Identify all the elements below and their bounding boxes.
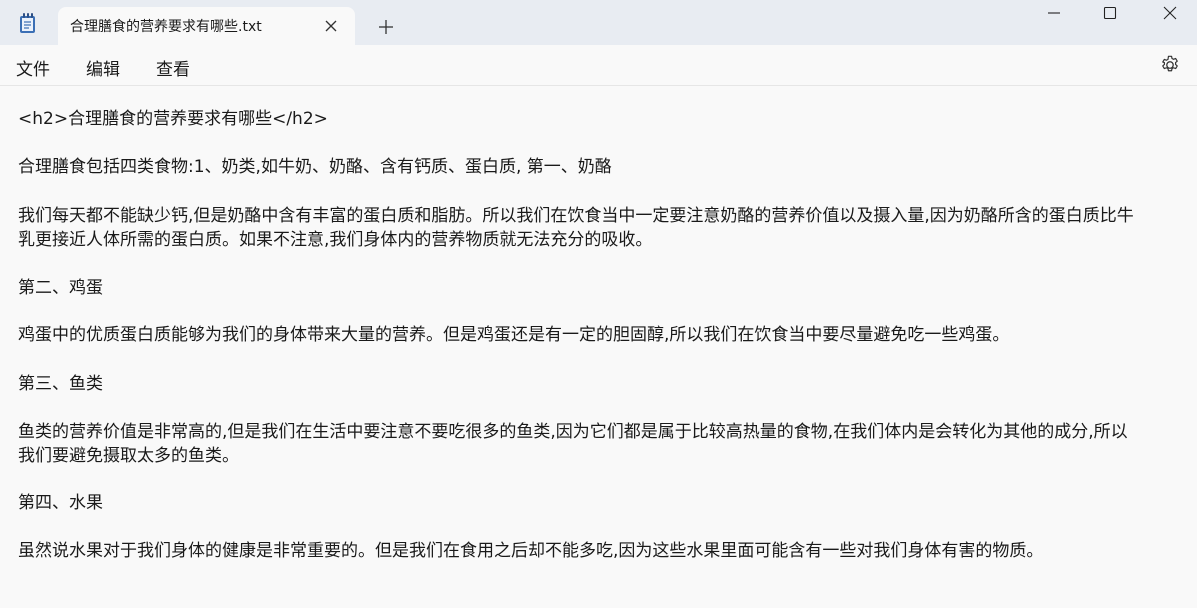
gear-icon[interactable] xyxy=(1159,54,1181,76)
text-editor[interactable]: <h2>合理膳食的营养要求有哪些</h2> 合理膳食包括四类食物:1、奶类,如牛… xyxy=(0,86,1197,608)
minimize-button[interactable] xyxy=(1024,0,1084,30)
text-line: 第四、水果 xyxy=(18,493,103,513)
text-line: <h2>合理膳食的营养要求有哪些</h2> xyxy=(18,109,328,129)
maximize-icon xyxy=(1103,6,1117,20)
text-line: 我们要避免摄取太多的鱼类。 xyxy=(18,446,239,466)
notepad-window: 合理膳食的营养要求有哪些.txt 文件 编辑 查看 <h2>合理膳食的营养要求有… xyxy=(0,0,1197,608)
menu-view[interactable]: 查看 xyxy=(156,55,190,80)
menu-file[interactable]: 文件 xyxy=(16,55,50,80)
maximize-button[interactable] xyxy=(1080,0,1140,30)
text-line: 乳更接近人体所需的蛋白质。如果不注意,我们身体内的营养物质就无法充分的吸收。 xyxy=(18,230,653,250)
close-icon xyxy=(1163,6,1177,20)
close-window-button[interactable] xyxy=(1140,0,1197,30)
menu-edit[interactable]: 编辑 xyxy=(86,55,120,80)
close-icon[interactable] xyxy=(321,16,341,36)
text-line: 第二、鸡蛋 xyxy=(18,278,103,298)
minimize-icon xyxy=(1048,12,1060,14)
tab-title: 合理膳食的营养要求有哪些.txt xyxy=(70,19,262,35)
text-line: 鸡蛋中的优质蛋白质能够为我们的身体带来大量的营养。但是鸡蛋还是有一定的胆固醇,所… xyxy=(18,325,1010,345)
text-line: 虽然说水果对于我们身体的健康是非常重要的。但是我们在食用之后却不能多吃,因为这些… xyxy=(18,541,1044,561)
text-line: 第三、鱼类 xyxy=(18,374,103,394)
text-line: 合理膳食包括四类食物:1、奶类,如牛奶、奶酪、含有钙质、蛋白质, 第一、奶酪 xyxy=(18,157,612,177)
notepad-icon xyxy=(17,12,39,34)
text-line: 鱼类的营养价值是非常高的,但是我们在生活中要注意不要吃很多的鱼类,因为它们都是属… xyxy=(18,422,1128,442)
plus-icon[interactable] xyxy=(374,15,398,39)
title-bar: 合理膳食的营养要求有哪些.txt xyxy=(0,0,1197,45)
text-line: 我们每天都不能缺少钙,但是奶酪中含有丰富的蛋白质和脂肪。所以我们在饮食当中一定要… xyxy=(18,206,1134,226)
tab-document[interactable]: 合理膳食的营养要求有哪些.txt xyxy=(58,7,355,45)
menu-bar: 文件 编辑 查看 xyxy=(0,45,1197,86)
